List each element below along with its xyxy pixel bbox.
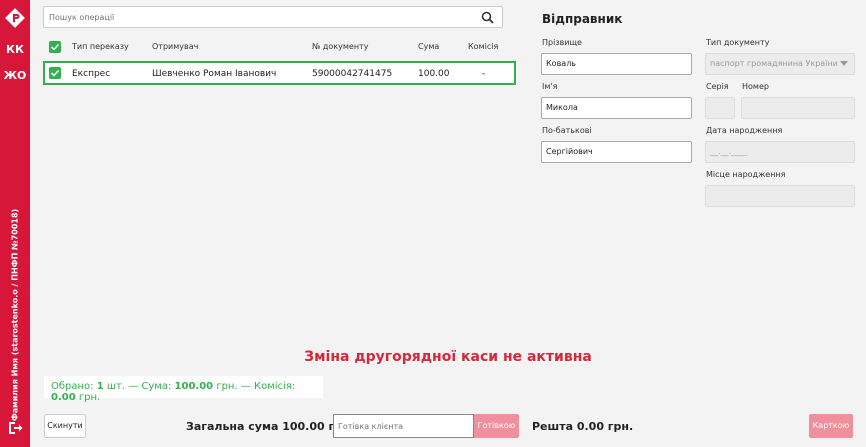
- selection-summary: Обрано: 1 шт. — Сума: 100.00 грн. — Комі…: [44, 376, 323, 403]
- patronymic-field[interactable]: Сергійович: [541, 141, 692, 163]
- total-amount: Загальна сума 100.00 грн.: [186, 420, 354, 433]
- series-field[interactable]: [705, 97, 735, 119]
- surname-label: Прізвище: [542, 38, 582, 47]
- secondary-cash-warning: Зміна другорядної каси не активна: [304, 349, 592, 365]
- birthplace-label: Місце народження: [706, 170, 786, 179]
- doc-type-select[interactable]: паспорт громадянина України: [705, 53, 855, 75]
- change-amount: Решта 0.00 грн.: [532, 420, 634, 433]
- summary-commission-value: 0.00: [51, 392, 76, 403]
- number-field[interactable]: [741, 97, 855, 119]
- summary-selected-count: 1: [96, 381, 104, 392]
- header-commission: Комісія: [468, 42, 499, 51]
- check-icon: [50, 43, 60, 51]
- birthdate-label: Дата народження: [706, 126, 783, 135]
- pay-cash-button[interactable]: Готівкою: [474, 414, 519, 438]
- client-cash-field: [333, 414, 474, 438]
- doc-type-value: паспорт громадянина України: [710, 59, 838, 68]
- kk-button[interactable]: КК: [0, 40, 30, 60]
- doc-type-label: Тип документу: [706, 38, 770, 47]
- client-cash-input[interactable]: [338, 420, 468, 433]
- app-logo-icon[interactable]: [5, 8, 25, 28]
- summary-commission-label: грн. — Комісія:: [216, 381, 296, 392]
- birthdate-field[interactable]: __.__.____: [705, 141, 855, 163]
- header-recipient: Отримувач: [152, 42, 199, 51]
- surname-field[interactable]: Коваль: [541, 53, 692, 75]
- birthplace-field[interactable]: [705, 185, 855, 207]
- sender-title: Відправник: [542, 12, 623, 26]
- summary-currency: грн.: [78, 392, 101, 403]
- summary-sum-value: 100.00: [174, 381, 214, 392]
- cell-document-number: 59000042741475: [312, 69, 393, 79]
- series-label: Серія: [706, 82, 729, 91]
- patronymic-label: По-батькові: [542, 126, 592, 135]
- search-icon[interactable]: [481, 11, 494, 24]
- sidebar: КК ЖО Фамилия Имя (starostenko.o / ПНФП …: [0, 0, 30, 447]
- table-row[interactable]: Експрес Шевченко Роман Іванович 59000042…: [43, 61, 516, 85]
- cell-transfer-type: Експрес: [72, 69, 111, 79]
- chevron-down-icon: [840, 61, 848, 66]
- name-label: Ім'я: [542, 82, 558, 91]
- header-sum: Сума: [418, 42, 440, 51]
- header-transfer-type: Тип переказу: [72, 42, 129, 51]
- operation-search: [43, 6, 503, 28]
- user-info: Фамилия Имя (starostenko.o / ПНФП №70018…: [10, 208, 20, 422]
- row-checkbox[interactable]: [49, 67, 61, 79]
- pay-card-button[interactable]: Карткою: [809, 414, 853, 438]
- search-input[interactable]: [49, 10, 469, 25]
- name-field[interactable]: Микола: [541, 97, 692, 119]
- cell-commission: -: [482, 69, 486, 79]
- cell-recipient: Шевченко Роман Іванович: [152, 69, 277, 79]
- check-icon: [50, 69, 60, 77]
- cell-sum: 100.00: [418, 69, 450, 79]
- logout-icon[interactable]: [7, 420, 23, 436]
- reset-button[interactable]: Скинути: [44, 414, 86, 438]
- summary-sum-label: шт. — Сума:: [106, 381, 172, 392]
- header-document-number: № документу: [312, 42, 369, 51]
- select-all-checkbox[interactable]: [49, 41, 61, 53]
- number-label: Номер: [742, 82, 769, 91]
- summary-selected-label: Обрано:: [51, 381, 94, 392]
- zho-button[interactable]: ЖО: [0, 66, 30, 86]
